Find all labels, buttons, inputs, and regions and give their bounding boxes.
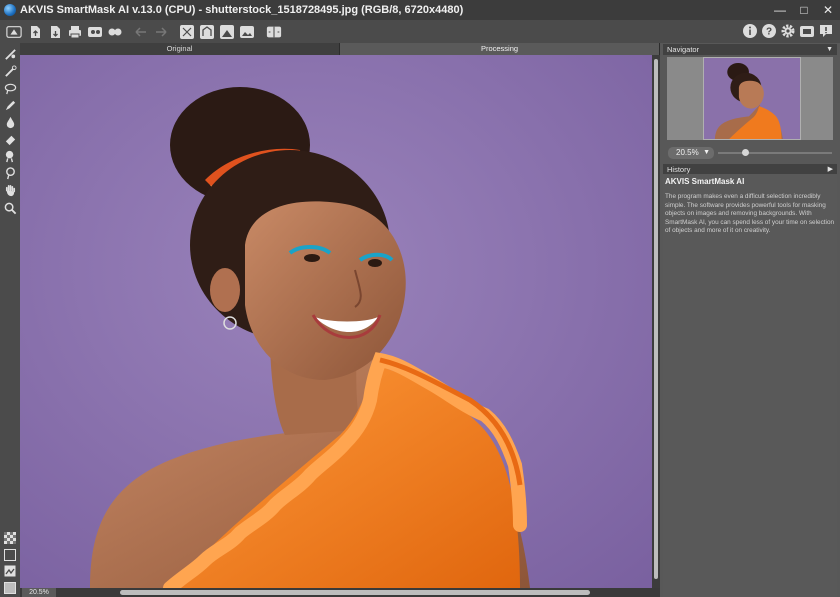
window-title: AKVIS SmartMask AI v.13.0 (CPU) - shutte… xyxy=(20,4,464,16)
undo-icon[interactable] xyxy=(133,24,149,40)
toolbar-right-group: ? xyxy=(742,23,834,39)
vertical-scrollbar[interactable] xyxy=(652,55,660,588)
lasso-icon[interactable] xyxy=(3,81,17,95)
redo-icon[interactable] xyxy=(153,24,169,40)
save-file-icon[interactable] xyxy=(47,24,63,40)
maximize-button[interactable]: □ xyxy=(792,0,816,20)
navigator-preview[interactable] xyxy=(667,57,833,140)
vertical-scroll-thumb[interactable] xyxy=(654,59,658,579)
navigator-zoom-row: 20.5% ▼ xyxy=(668,147,834,159)
akvis-logo-icon xyxy=(4,4,16,16)
checkerboard-icon[interactable] xyxy=(4,531,16,544)
navigator-header[interactable]: Navigator ▼ xyxy=(663,44,837,55)
svg-text:?: ? xyxy=(766,27,772,38)
settings-icon[interactable] xyxy=(780,23,796,39)
chromakey-icon[interactable] xyxy=(3,166,17,180)
history-title: AKVIS SmartMask AI xyxy=(665,177,745,186)
zoom-slider-track[interactable] xyxy=(718,152,832,154)
navigator-margin-right xyxy=(801,57,833,140)
zoom-icon[interactable] xyxy=(3,201,17,215)
stamp-icon[interactable] xyxy=(3,149,17,163)
home-icon[interactable] xyxy=(5,24,23,40)
share-icon[interactable] xyxy=(107,24,123,40)
right-panel: Navigator ▼ 20.5% ▼ History ▶ AKVIS Smar… xyxy=(660,43,840,597)
color-background-icon[interactable] xyxy=(4,581,16,594)
white-background-icon[interactable] xyxy=(4,548,16,561)
close-button[interactable]: ✕ xyxy=(816,0,840,20)
help-icon[interactable]: ? xyxy=(761,23,777,39)
plugin-icon[interactable] xyxy=(799,23,815,39)
horizontal-scroll-thumb[interactable] xyxy=(120,590,590,595)
zoom-value: 20.5% xyxy=(676,148,699,157)
history-panel: AKVIS SmartMask AI The program makes eve… xyxy=(663,174,837,597)
navigator-margin-left xyxy=(667,57,703,140)
select-brush-icon[interactable] xyxy=(3,47,17,61)
print-icon[interactable] xyxy=(67,24,83,40)
portrait-photo xyxy=(20,55,652,588)
news-icon[interactable] xyxy=(818,23,834,39)
run-icon[interactable] xyxy=(179,24,195,40)
minimize-button[interactable]: — xyxy=(768,0,792,20)
batch-icon[interactable] xyxy=(87,24,103,40)
app-window: AKVIS SmartMask AI v.13.0 (CPU) - shutte… xyxy=(0,0,840,597)
zoom-status: 20.5% xyxy=(22,588,56,597)
info-icon[interactable] xyxy=(742,23,758,39)
drop-icon[interactable] xyxy=(3,115,17,129)
window-controls: — □ ✕ xyxy=(768,0,840,20)
background-icon[interactable] xyxy=(219,24,235,40)
zoom-dropdown[interactable]: 20.5% ▼ xyxy=(668,147,714,159)
magic-brush-icon[interactable] xyxy=(3,64,17,78)
eraser-icon[interactable] xyxy=(3,132,17,146)
pen-icon[interactable] xyxy=(3,98,17,112)
image-icon[interactable] xyxy=(239,24,255,40)
tab-processing[interactable]: Processing xyxy=(340,43,660,55)
navigator-thumbnail[interactable] xyxy=(703,57,801,140)
background-image-icon[interactable] xyxy=(4,564,16,577)
view-tabs: Original Processing xyxy=(20,43,660,55)
history-description: The program makes even a difficult selec… xyxy=(665,193,835,235)
main-toolbar: ? xyxy=(0,20,840,43)
navigator-header-label: Navigator xyxy=(667,45,700,54)
compare-icon[interactable] xyxy=(265,24,283,40)
open-file-icon[interactable] xyxy=(27,24,43,40)
image-canvas[interactable] xyxy=(20,55,652,588)
zoom-slider-knob[interactable] xyxy=(742,149,750,156)
hand-icon[interactable] xyxy=(3,183,17,197)
title-bar: AKVIS SmartMask AI v.13.0 (CPU) - shutte… xyxy=(0,0,840,20)
tab-original[interactable]: Original xyxy=(20,43,340,55)
chevron-down-icon: ▼ xyxy=(703,149,710,156)
cut-icon[interactable] xyxy=(199,24,215,40)
tool-panel xyxy=(0,43,20,597)
status-bar: 20.5% xyxy=(20,588,660,597)
collapse-arrow-icon[interactable]: ▼ xyxy=(826,44,833,55)
history-header-label: History xyxy=(667,165,691,174)
